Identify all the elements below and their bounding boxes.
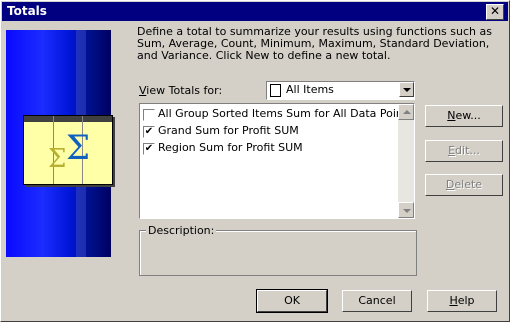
description-group: Description: [139, 224, 417, 276]
new-button[interactable]: New... [425, 105, 503, 127]
view-totals-label-rest: iew Totals for: [146, 84, 223, 97]
list-item[interactable]: ✔ Grand Sum for Profit SUM [143, 124, 393, 140]
total-checkbox[interactable] [143, 109, 155, 121]
total-checkbox[interactable]: ✔ [143, 126, 155, 138]
total-label: Region Sum for Profit SUM [158, 141, 303, 154]
items-icon [270, 84, 281, 97]
delete-button[interactable]: Delete [425, 174, 503, 196]
view-totals-selected: All Items [286, 83, 334, 96]
sigma-small-glyph: Σ [48, 144, 67, 174]
totals-list[interactable]: All Group Sorted Items Sum for All Data … [139, 103, 415, 219]
title-bar: Totals ✕ [2, 2, 508, 21]
totals-dialog: Totals ✕ Σ Σ Define a total to summarize… [0, 0, 510, 322]
window-title: Totals [7, 4, 47, 18]
help-mnemonic: H [449, 294, 458, 307]
ok-button[interactable]: OK [256, 289, 328, 313]
list-item[interactable]: ✔ Region Sum for Profit SUM [143, 141, 393, 157]
card-top-bar [24, 116, 112, 122]
help-label: elp [457, 294, 475, 307]
chevron-down-icon [403, 88, 411, 92]
edit-button[interactable]: Edit... [425, 140, 503, 162]
total-checkbox[interactable]: ✔ [143, 143, 155, 155]
description-label: Description: [146, 224, 217, 237]
arrow-down-icon [403, 209, 411, 213]
list-scrollbar[interactable] [398, 104, 414, 218]
edit-mnemonic: E [448, 144, 456, 157]
total-label: Grand Sum for Profit SUM [158, 124, 299, 137]
cancel-button[interactable]: Cancel [342, 290, 412, 312]
edit-label: dit... [455, 144, 480, 157]
dropdown-button[interactable] [399, 82, 414, 97]
new-label: ew... [455, 109, 481, 122]
arrow-up-icon [403, 110, 411, 114]
list-item[interactable]: All Group Sorted Items Sum for All Data … [143, 107, 413, 123]
sigma-icon: Σ Σ [23, 115, 113, 185]
delete-label: elete [454, 178, 483, 191]
intro-text: Define a total to summarize your results… [137, 25, 492, 62]
close-button[interactable]: ✕ [486, 4, 504, 20]
total-label: All Group Sorted Items Sum for All Data … [158, 107, 413, 120]
view-totals-label: View Totals for: [139, 84, 222, 97]
view-totals-select[interactable]: All Items [266, 81, 415, 100]
sigma-large-glyph: Σ [66, 128, 91, 168]
help-button[interactable]: Help [427, 290, 497, 312]
scroll-down-button[interactable] [398, 202, 414, 218]
scroll-up-button[interactable] [398, 104, 414, 120]
